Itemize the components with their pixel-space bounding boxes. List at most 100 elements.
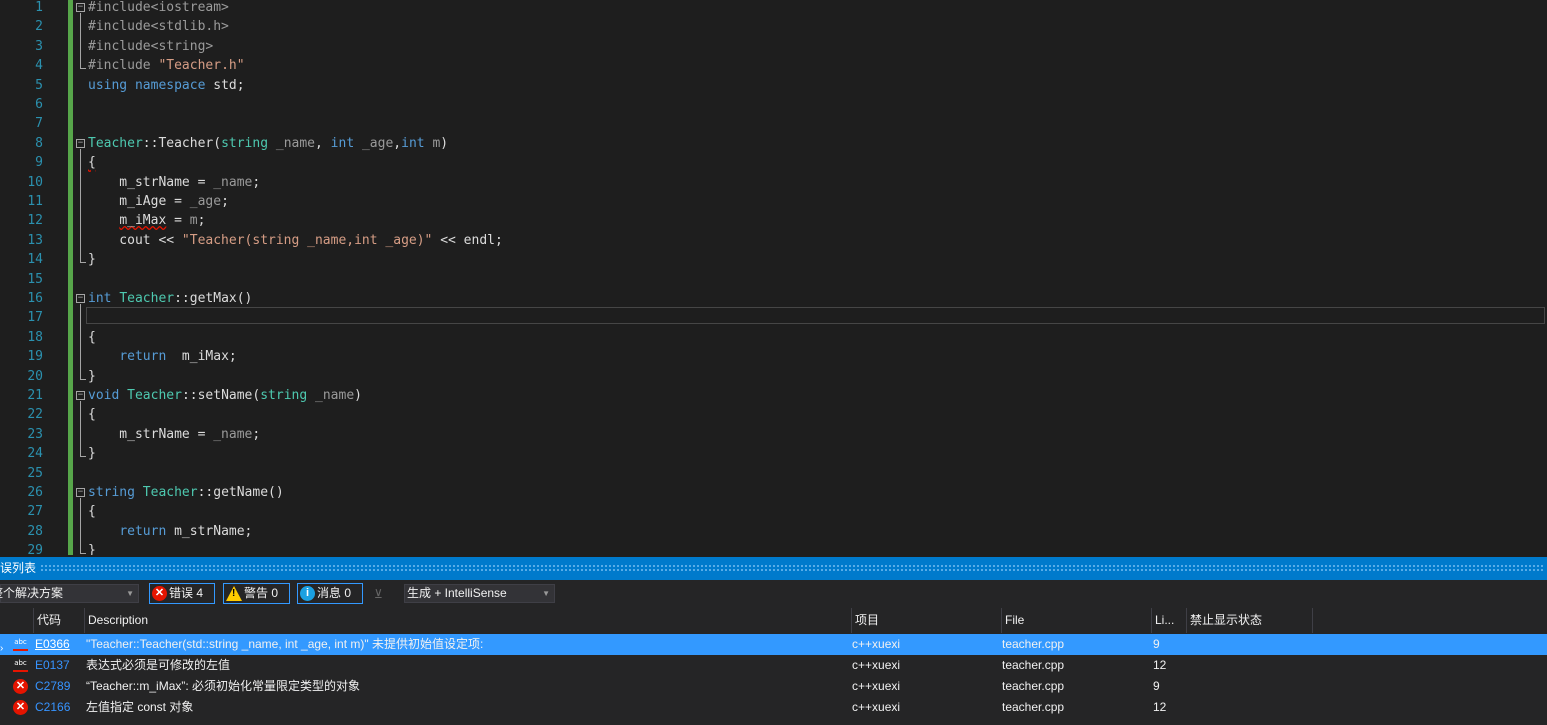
code-line[interactable]: 2 #include<stdlib.h>	[0, 17, 1547, 36]
warnings-filter-label: 警告 0	[244, 586, 279, 600]
line-number: 16	[27, 291, 43, 306]
code-text: using namespace std;	[88, 76, 245, 95]
scope-combo[interactable]: 整个解决方案 ▼	[0, 584, 139, 603]
line-number: 23	[27, 426, 43, 442]
collapse-icon[interactable]: −	[76, 391, 85, 400]
code-line[interactable]: 28 return m_strName;	[0, 522, 1547, 541]
code-token: int	[401, 135, 425, 151]
error-list-header: 代码 Description 项目 File Li... 禁止显示状态	[0, 608, 1547, 633]
code-token: ::setName(	[181, 388, 261, 403]
code-token: )	[440, 135, 449, 151]
code-line[interactable]: 1 #include<iostream>	[0, 0, 1547, 17]
code-text: #include<iostream>	[88, 0, 229, 17]
file-column-header[interactable]: File	[1002, 608, 1152, 633]
code-text: void Teacher::setName(string _name)	[88, 386, 362, 405]
code-line[interactable]: 8 Teacher::Teacher(string _name, int _age…	[0, 134, 1547, 153]
error-code-link[interactable]: C2166	[35, 697, 70, 718]
code-line[interactable]: 3 #include<string>	[0, 37, 1547, 56]
line-column-header[interactable]: Li...	[1152, 608, 1187, 633]
messages-filter-button[interactable]: i 消息 0	[297, 583, 363, 604]
code-token: #include<string>	[88, 38, 214, 54]
code-line[interactable]: 4 #include "Teacher.h"	[0, 56, 1547, 75]
code-line[interactable]: 13 cout << "Teacher(string _name,int _ag…	[0, 231, 1547, 250]
code-line[interactable]: 15	[0, 270, 1547, 289]
collapse-icon[interactable]: −	[76, 294, 85, 303]
code-token: {	[88, 155, 96, 171]
error-row[interactable]: › abc E0366 "Teacher::Teacher(std::string _…	[0, 634, 1547, 655]
code-token: _age	[189, 194, 222, 209]
code-text: }	[88, 444, 96, 463]
warnings-filter-button[interactable]: ! 警告 0	[223, 583, 290, 604]
code-column-header[interactable]: 代码	[34, 608, 85, 633]
code-token: Teacher	[88, 135, 143, 151]
code-token: int	[88, 291, 112, 306]
build-source-value: 生成 + IntelliSense	[407, 586, 507, 600]
code-token: {	[88, 329, 96, 345]
code-line[interactable]: 16 int Teacher::getMax()	[0, 289, 1547, 308]
code-line[interactable]: 11 m_iAge = _age;	[0, 192, 1547, 211]
code-editor[interactable]: 1 #include<iostream> 2 #include<stdlib.h> 3 #…	[0, 0, 1547, 555]
code-line[interactable]: 22 {	[0, 405, 1547, 424]
error-list-title: 误列表	[0, 561, 37, 575]
project-column-header[interactable]: 项目	[852, 608, 1002, 633]
code-token: string	[260, 388, 308, 403]
suppression-column-header[interactable]: 禁止显示状态	[1187, 608, 1313, 633]
code-line[interactable]: 19 return m_iMax;	[0, 347, 1547, 366]
code-token: m_iMax	[119, 213, 167, 229]
code-line[interactable]: 23 m_strName = _name;	[0, 425, 1547, 444]
code-token: m_strName;	[166, 523, 253, 539]
errors-filter-button[interactable]: ✕ 错误 4	[149, 583, 215, 604]
code-text: {	[88, 502, 96, 521]
line-number: 17	[27, 310, 43, 326]
code-line[interactable]: 20}	[0, 367, 1547, 386]
code-line[interactable]: 21 void Teacher::setName(string _name)	[0, 386, 1547, 405]
error-list-toolbar: 整个解决方案 ▼ ✕ 错误 4 ! 警告 0 i 消息 0 ⊻ 生成 + Int…	[0, 582, 1547, 606]
code-line[interactable]: 18 {	[0, 328, 1547, 347]
code-line[interactable]: 12 m_iMax = m;	[0, 211, 1547, 230]
icon-column-header[interactable]	[0, 608, 34, 633]
code-token: int	[330, 135, 355, 151]
error-code-link[interactable]: E0137	[35, 655, 70, 676]
error-list-titlebar[interactable]: 误列表	[0, 557, 1547, 580]
error-code-link[interactable]: E0366	[35, 634, 70, 655]
collapse-icon[interactable]: −	[76, 3, 85, 12]
error-file: teacher.cpp	[1002, 700, 1065, 714]
error-row[interactable]: ✕ C2789 “Teacher::m_iMax”: 必须初始化常量限定类型的对象 c…	[0, 676, 1547, 697]
code-line[interactable]: 26 string Teacher::getName()	[0, 483, 1547, 502]
code-text: m_strName = _name;	[88, 173, 260, 192]
code-line[interactable]: 6	[0, 95, 1547, 114]
code-line[interactable]: 9{	[0, 153, 1547, 172]
code-token: _name	[213, 426, 253, 442]
line-number: 20	[27, 368, 43, 384]
code-token: m	[189, 213, 198, 229]
line-number: 3	[35, 38, 43, 54]
code-token: namespace	[134, 77, 206, 93]
code-line[interactable]: 7	[0, 114, 1547, 133]
code-token: }	[88, 543, 96, 555]
code-line[interactable]: 29}	[0, 541, 1547, 555]
code-line[interactable]: 14}	[0, 250, 1547, 269]
build-source-combo[interactable]: 生成 + IntelliSense ▼	[404, 584, 555, 603]
line-number: 1	[35, 0, 43, 15]
chevron-down-icon: ▼	[126, 589, 134, 598]
code-line[interactable]: 27 {	[0, 502, 1547, 521]
code-token: _name	[275, 135, 316, 151]
code-line[interactable]: 5 using namespace std;	[0, 76, 1547, 95]
code-token: return	[119, 349, 167, 365]
code-line[interactable]: 25	[0, 464, 1547, 483]
intellisense-error-icon: abc	[13, 638, 28, 651]
error-row[interactable]: ✕ C2166 左值指定 const 对象 c++xuexi teacher.cpp 12	[0, 697, 1547, 718]
code-token: std;	[205, 77, 245, 93]
collapse-icon[interactable]: −	[76, 488, 85, 497]
collapse-icon[interactable]: −	[76, 138, 85, 148]
description-column-header[interactable]: Description	[85, 608, 852, 633]
filter-icon[interactable]: ⊻	[374, 587, 383, 601]
error-code-link[interactable]: C2789	[35, 676, 70, 697]
code-token: #include	[88, 58, 159, 74]
error-row[interactable]: abc E0137 表达式必须是可修改的左值 c++xuexi teacher.cpp 1…	[0, 655, 1547, 676]
code-line[interactable]: 17	[0, 308, 1547, 327]
code-line[interactable]: 24}	[0, 444, 1547, 463]
code-line[interactable]: 10 m_strName = _name;	[0, 173, 1547, 192]
